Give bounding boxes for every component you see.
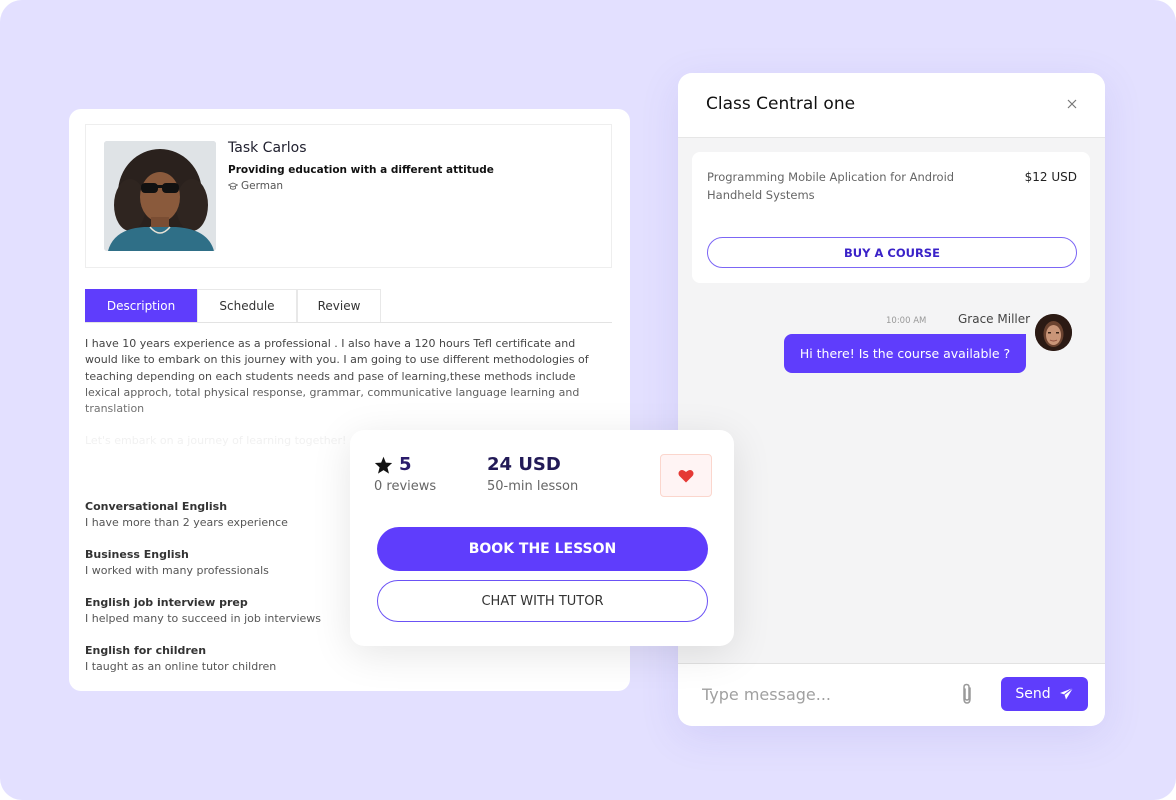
tutor-description-faded: Let's embark on a journey of learning to… — [85, 434, 347, 447]
tutor-photo — [104, 141, 216, 251]
tutor-name: Task Carlos — [228, 140, 307, 156]
course-name: Programming Mobile Aplication for Androi… — [707, 170, 955, 202]
lesson-duration: 50-min lesson — [487, 479, 579, 494]
book-lesson-button[interactable]: BOOK THE LESSON — [377, 527, 708, 571]
tutor-header: Task Carlos Providing education with a d… — [85, 124, 612, 268]
avatar — [1035, 314, 1072, 351]
chat-header: Class Central one — [678, 73, 1105, 138]
tutor-language-label: German — [241, 180, 284, 192]
tutor-description: I have 10 years experience as a professi… — [85, 337, 589, 416]
skill-title: English for children — [85, 644, 207, 657]
paper-plane-icon — [1059, 687, 1073, 700]
skill-item: Business English I worked with many prof… — [85, 547, 321, 579]
message-input[interactable] — [702, 679, 942, 709]
skill-item: English job interview prep I helped many… — [85, 595, 321, 627]
lesson-price: 24 USD — [487, 454, 561, 475]
heart-icon — [678, 469, 694, 482]
course-price: $12 USD — [1024, 170, 1077, 184]
send-button[interactable]: Send — [1001, 677, 1088, 711]
send-label: Send — [1015, 686, 1051, 702]
tab-description[interactable]: Description — [85, 289, 197, 322]
tutor-tagline: Providing education with a different att… — [228, 164, 494, 176]
favorite-button[interactable] — [660, 454, 712, 497]
skill-title: Conversational English — [85, 500, 228, 513]
skills-list: Conversational English I have more than … — [85, 499, 321, 691]
profile-tabs: Description Schedule Review — [85, 289, 612, 323]
message-sender: Grace Miller — [958, 312, 1031, 326]
skill-item: English for children I taught as an onli… — [85, 643, 321, 675]
message-time: 10:00 AM — [886, 316, 927, 326]
skill-text: I have more than 2 years experience — [85, 516, 288, 529]
tab-review[interactable]: Review — [297, 289, 381, 322]
paperclip-icon[interactable] — [960, 682, 974, 710]
skill-text: I worked with many professionals — [85, 564, 269, 577]
chat-composer: Send — [678, 663, 1105, 726]
buy-course-button[interactable]: BUY A COURSE — [707, 237, 1077, 268]
chat-with-tutor-button[interactable]: CHAT WITH TUTOR — [377, 580, 708, 622]
tab-schedule[interactable]: Schedule — [197, 289, 297, 322]
skill-text: I taught as an online tutor children — [85, 660, 277, 673]
course-card: Programming Mobile Aplication for Androi… — [692, 152, 1090, 283]
rating: 5 — [374, 454, 412, 475]
skill-title: Business English — [85, 548, 189, 561]
review-count: 0 reviews — [374, 479, 437, 494]
booking-card: 5 0 reviews 24 USD 50-min lesson BOOK TH… — [350, 430, 734, 646]
star-icon — [374, 456, 393, 474]
skill-item: Conversational English I have more than … — [85, 499, 321, 531]
skill-text: I helped many to succeed in job intervie… — [85, 612, 322, 625]
chat-title: Class Central one — [706, 94, 856, 114]
skill-title: English job interview prep — [85, 596, 248, 609]
message-bubble: Hi there! Is the course available ? — [784, 334, 1026, 373]
graduation-cap-icon — [228, 182, 238, 190]
tutor-language: German — [228, 180, 283, 192]
rating-value: 5 — [399, 454, 412, 475]
chat-panel: Class Central one Programming Mobile Apl… — [678, 73, 1105, 726]
close-icon[interactable] — [1066, 95, 1078, 114]
